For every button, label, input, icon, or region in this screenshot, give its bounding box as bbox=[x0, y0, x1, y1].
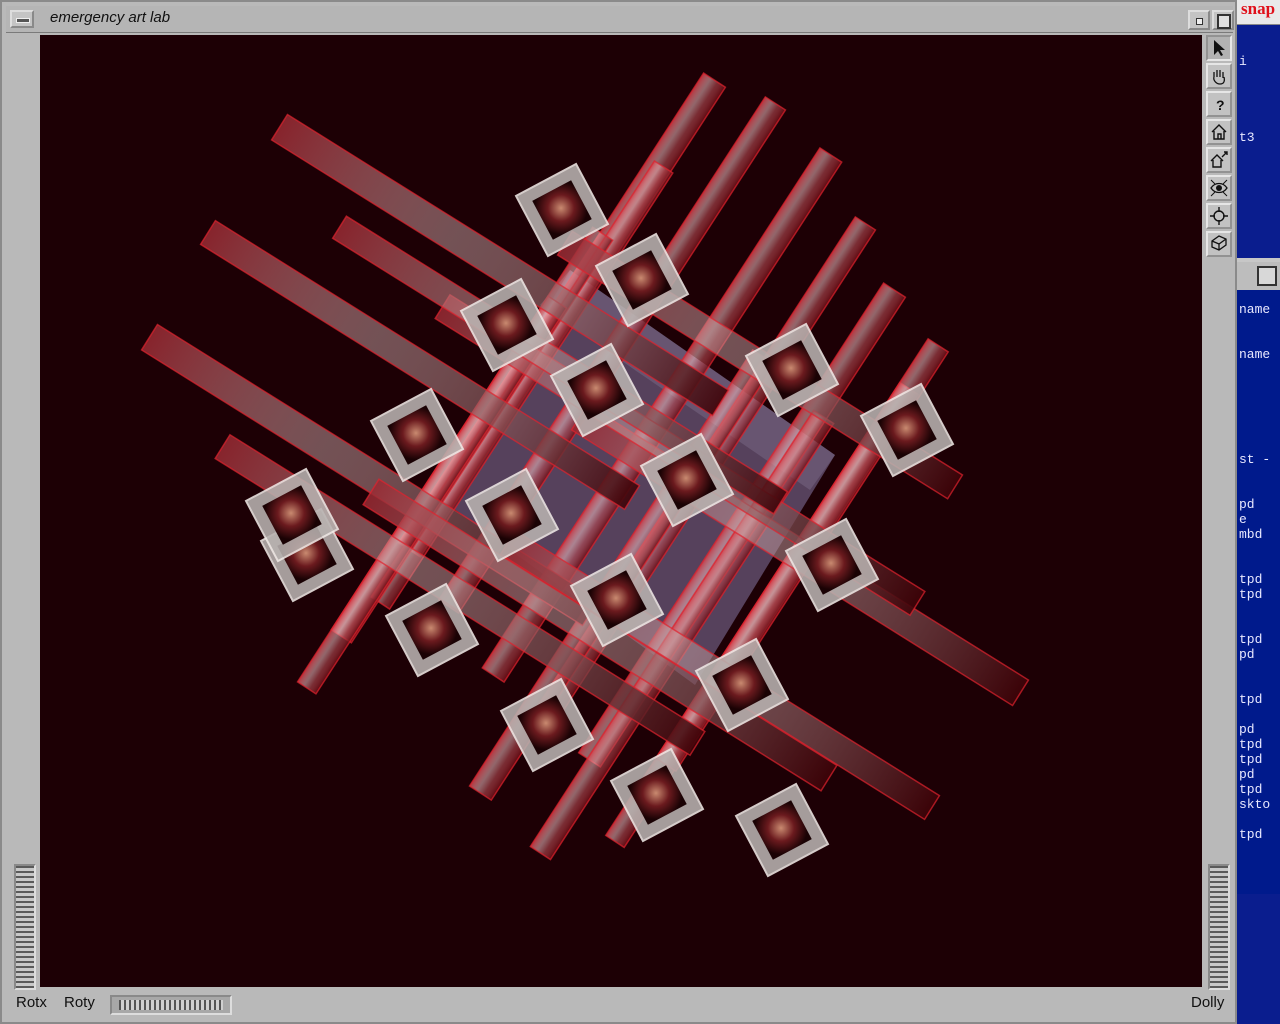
terminal-line: st - bbox=[1239, 452, 1271, 467]
roty-thumbwheel[interactable] bbox=[110, 995, 232, 1015]
terminal-line: pd bbox=[1239, 497, 1255, 512]
home-button[interactable] bbox=[1206, 119, 1232, 145]
terminal-line: pd bbox=[1239, 722, 1255, 737]
examiner-viewer-window: emergency art lab ? Rotx Roty Dolly bbox=[0, 0, 1237, 1024]
view-all-button[interactable] bbox=[1206, 175, 1232, 201]
viewer-toolbar: ? bbox=[1204, 35, 1234, 265]
window-title-bar[interactable]: emergency art lab bbox=[6, 6, 1234, 33]
maximize-button[interactable] bbox=[1212, 10, 1234, 30]
select-tool-button[interactable] bbox=[1206, 35, 1232, 61]
terminal-line: tpd bbox=[1239, 827, 1263, 842]
help-icon: ? bbox=[1216, 97, 1225, 113]
viewer-bottom-bar: Rotx Roty Dolly bbox=[6, 990, 1233, 1020]
terminal-line: mbd bbox=[1239, 527, 1263, 542]
select-arrow-icon bbox=[1214, 40, 1225, 56]
terminal-line: name bbox=[1239, 347, 1271, 362]
terminal-line: tpd bbox=[1239, 737, 1263, 752]
lattice-joint bbox=[734, 782, 830, 878]
terminal-line: pd bbox=[1239, 767, 1255, 782]
window-menu-button[interactable] bbox=[10, 10, 34, 28]
pan-tool-button[interactable] bbox=[1206, 63, 1232, 89]
minimize-button[interactable] bbox=[1188, 10, 1210, 30]
terminal-line: tpd bbox=[1239, 752, 1263, 767]
3d-scene-render[interactable] bbox=[40, 35, 1202, 987]
terminal-line: tpd bbox=[1239, 632, 1263, 647]
rotx-label: Rotx bbox=[16, 994, 47, 1011]
set-home-icon bbox=[1210, 151, 1228, 168]
terminal-line: tpd bbox=[1239, 782, 1263, 797]
window-title: emergency art lab bbox=[50, 9, 171, 26]
terminal-title-fragment: snap bbox=[1241, 0, 1276, 18]
terminal-line: tpd bbox=[1239, 587, 1263, 602]
roty-label: Roty bbox=[64, 994, 95, 1011]
projection-cube-icon bbox=[1211, 235, 1227, 251]
terminal-line: pd bbox=[1239, 647, 1255, 662]
dolly-label: Dolly bbox=[1191, 994, 1225, 1011]
projection-toggle-button[interactable] bbox=[1206, 231, 1232, 257]
terminal-line: name bbox=[1239, 302, 1271, 317]
home-icon bbox=[1211, 124, 1227, 140]
seek-target-icon bbox=[1210, 207, 1228, 225]
svg-text:?: ? bbox=[1216, 97, 1225, 113]
terminal-text-fragment: t3 bbox=[1239, 130, 1255, 145]
background-terminal-window[interactable]: snap i t3 name name st - pd e mbd tpd tp… bbox=[1237, 0, 1280, 1024]
seek-button[interactable] bbox=[1206, 203, 1232, 229]
terminal-line: skto bbox=[1239, 797, 1271, 812]
view-all-eye-icon bbox=[1210, 179, 1228, 197]
terminal-panel-header bbox=[1237, 262, 1280, 290]
dolly-thumbwheel[interactable] bbox=[1208, 864, 1230, 990]
terminal-line: e bbox=[1239, 512, 1247, 527]
terminal-text-fragment: i bbox=[1239, 54, 1247, 69]
terminal-line: tpd bbox=[1239, 572, 1263, 587]
help-button[interactable]: ? bbox=[1206, 91, 1232, 117]
3d-viewport[interactable] bbox=[40, 35, 1202, 987]
set-home-button[interactable] bbox=[1206, 147, 1232, 173]
terminal-title-bar[interactable]: snap bbox=[1237, 0, 1280, 25]
rotx-thumbwheel[interactable] bbox=[14, 864, 36, 990]
maximize-icon[interactable] bbox=[1257, 266, 1277, 286]
terminal-line: tpd bbox=[1239, 692, 1263, 707]
pan-hand-icon bbox=[1213, 70, 1226, 85]
